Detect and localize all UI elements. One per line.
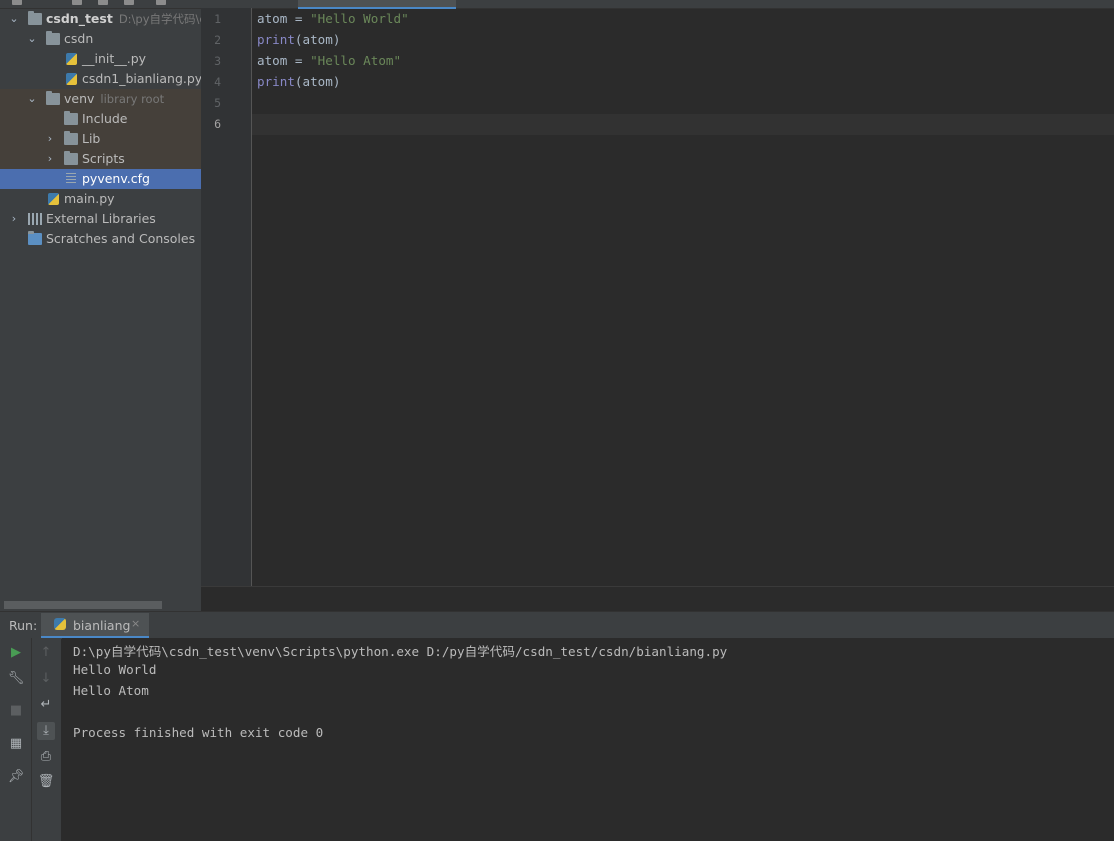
stop-icon[interactable]: ■ bbox=[7, 702, 25, 720]
python-file-icon bbox=[48, 193, 59, 205]
layout-icon[interactable]: ▦ bbox=[7, 735, 25, 753]
tree-item-root[interactable]: ⌄ csdn_test D:\py自学代码\cs bbox=[0, 9, 201, 29]
run-panel-label: Run: bbox=[9, 618, 38, 633]
variable: atom bbox=[257, 53, 288, 68]
project-path-hint: D:\py自学代码\cs bbox=[118, 12, 201, 26]
soft-wrap-icon[interactable]: ↵ bbox=[37, 696, 55, 714]
tree-item-label: Scripts bbox=[82, 151, 125, 166]
chevron-down-icon[interactable]: ⌄ bbox=[26, 89, 38, 109]
tree-item-main-py[interactable]: main.py bbox=[0, 189, 201, 209]
close-icon[interactable]: × bbox=[131, 617, 140, 630]
console-line: Hello Atom bbox=[73, 683, 149, 698]
string-literal: "Hello World" bbox=[310, 11, 409, 26]
tree-item-lib[interactable]: › Lib bbox=[0, 129, 201, 149]
console-line: Hello World bbox=[73, 662, 157, 677]
folder-icon bbox=[64, 151, 78, 165]
python-icon bbox=[54, 618, 66, 630]
run-tab-label: bianliang bbox=[73, 618, 131, 633]
collapse-icon[interactable] bbox=[98, 0, 108, 5]
variable: atom bbox=[257, 11, 288, 26]
tree-item-label: main.py bbox=[64, 191, 115, 206]
line-number: 5 bbox=[214, 96, 221, 110]
folder-icon bbox=[64, 131, 78, 145]
code-line[interactable]: print(atom) bbox=[257, 71, 340, 92]
tree-item-csdn1-bianliang[interactable]: csdn1_bianliang.py bbox=[0, 69, 201, 89]
string-literal: "Hello Atom" bbox=[310, 53, 402, 68]
operator: = bbox=[287, 11, 311, 26]
builtin-function: print bbox=[257, 74, 295, 89]
tree-item-label: Lib bbox=[82, 131, 101, 146]
config-file-icon bbox=[66, 173, 76, 185]
call-args: (atom) bbox=[294, 74, 341, 89]
editor-bottom-area bbox=[201, 586, 1114, 612]
call-args: (atom) bbox=[294, 32, 341, 47]
down-arrow-icon[interactable]: ↓ bbox=[37, 670, 55, 688]
expand-icon[interactable] bbox=[124, 0, 134, 5]
tree-item-init-py[interactable]: __init__.py bbox=[0, 49, 201, 69]
tree-item-label: External Libraries bbox=[46, 211, 156, 226]
console-line-exit: Process finished with exit code 0 bbox=[73, 725, 324, 740]
project-view-icon[interactable] bbox=[12, 0, 22, 5]
horizontal-scrollbar[interactable] bbox=[4, 601, 162, 609]
project-toolbar bbox=[0, 0, 201, 9]
line-number-gutter: 1 2 3 4 5 6 bbox=[201, 8, 252, 586]
python-file-icon bbox=[66, 73, 77, 85]
line-number: 4 bbox=[214, 75, 221, 89]
tree-item-label: venv bbox=[64, 91, 95, 106]
tree-item-include[interactable]: Include bbox=[0, 109, 201, 129]
tree-item-scratches[interactable]: Scratches and Consoles bbox=[0, 229, 201, 249]
scroll-to-end-icon[interactable]: ⤓ bbox=[37, 722, 55, 740]
line-number: 2 bbox=[214, 33, 221, 47]
operator: = bbox=[287, 53, 311, 68]
project-name: csdn_test bbox=[46, 11, 113, 26]
run-icon[interactable]: ▶ bbox=[7, 644, 25, 662]
tree-item-label: Scratches and Consoles bbox=[46, 231, 196, 246]
package-folder-icon bbox=[46, 31, 60, 45]
trash-icon[interactable]: 🗑︎ bbox=[37, 773, 55, 791]
tree-item-external-libraries[interactable]: › External Libraries bbox=[0, 209, 201, 229]
run-panel-header bbox=[0, 611, 1114, 639]
python-file-icon bbox=[66, 53, 77, 65]
project-tool-window: ⌄ csdn_test D:\py自学代码\cs ⌄ csdn __init__.… bbox=[0, 0, 201, 611]
folder-icon bbox=[64, 111, 78, 125]
chevron-down-icon[interactable]: ⌄ bbox=[26, 29, 38, 49]
console-line-command: D:\py自学代码\csdn_test\venv\Scripts\python.… bbox=[73, 644, 728, 659]
tree-item-label: pyvenv.cfg bbox=[82, 171, 150, 186]
wrench-icon[interactable]: 🔧︎ bbox=[7, 670, 25, 688]
run-toolbar-left: ▶ 🔧︎ ■ ▦ 📌︎ bbox=[0, 638, 32, 841]
run-toolbar-right: ↑ ↓ ↵ ⤓ ⎙ 🗑︎ bbox=[32, 638, 61, 841]
pin-icon[interactable]: 📌︎ bbox=[7, 768, 25, 786]
line-number: 3 bbox=[214, 54, 221, 68]
line-number: 1 bbox=[214, 12, 221, 26]
tree-item-pyvenv-cfg[interactable]: pyvenv.cfg bbox=[0, 169, 201, 189]
library-root-hint: library root bbox=[100, 92, 165, 106]
folder-icon bbox=[28, 11, 42, 25]
code-line[interactable]: atom = "Hello World" bbox=[257, 8, 409, 29]
tree-item-venv[interactable]: ⌄ venv library root bbox=[0, 89, 201, 109]
up-arrow-icon[interactable]: ↑ bbox=[37, 644, 55, 662]
tree-item-label: Include bbox=[82, 111, 128, 126]
chevron-right-icon[interactable]: › bbox=[44, 129, 56, 149]
current-line-highlight bbox=[252, 114, 1114, 135]
tree-item-label: __init__.py bbox=[82, 51, 147, 66]
library-icon bbox=[28, 213, 42, 225]
builtin-function: print bbox=[257, 32, 295, 47]
line-number-current: 6 bbox=[214, 117, 221, 131]
scratches-icon bbox=[28, 231, 42, 245]
settings-icon[interactable] bbox=[156, 0, 166, 5]
tree-item-scripts[interactable]: › Scripts bbox=[0, 149, 201, 169]
tree-item-label: csdn1_bianliang.py bbox=[82, 71, 201, 86]
locate-icon[interactable] bbox=[72, 0, 82, 5]
chevron-right-icon[interactable]: › bbox=[44, 149, 56, 169]
chevron-right-icon[interactable]: › bbox=[8, 209, 20, 229]
tree-item-label: csdn bbox=[64, 31, 94, 46]
chevron-down-icon[interactable]: ⌄ bbox=[8, 9, 20, 29]
code-line[interactable]: print(atom) bbox=[257, 29, 340, 50]
print-icon[interactable]: ⎙ bbox=[37, 748, 55, 766]
tree-item-csdn[interactable]: ⌄ csdn bbox=[0, 29, 201, 49]
code-line[interactable]: atom = "Hello Atom" bbox=[257, 50, 401, 71]
folder-icon bbox=[46, 91, 60, 105]
